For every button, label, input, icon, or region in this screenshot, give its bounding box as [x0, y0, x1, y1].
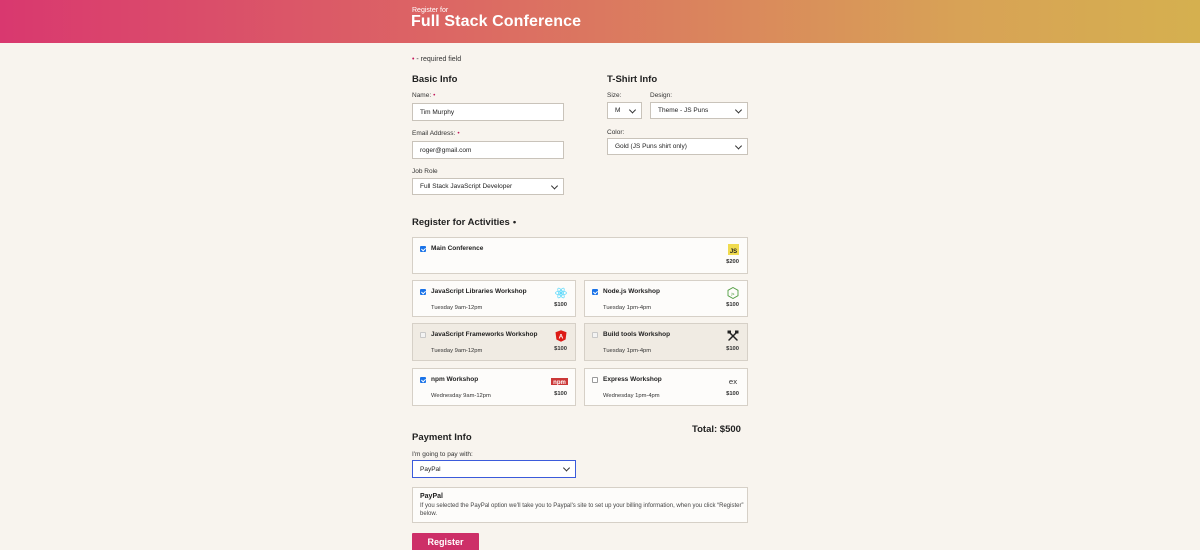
activity-cost: $100: [554, 346, 567, 352]
page-header: Register for Full Stack Conference: [0, 0, 1200, 43]
tshirt-info-heading: T-Shirt Info: [607, 74, 658, 85]
activity-name: Express Workshop: [603, 376, 662, 383]
payment-method-select[interactable]: PayPal: [412, 460, 576, 478]
page-title: Full Stack Conference: [411, 13, 582, 30]
activity-cost: $100: [726, 302, 739, 308]
color-select[interactable]: Gold (JS Puns shirt only): [607, 138, 748, 155]
activity-main-conference[interactable]: Main Conference JS $200: [412, 237, 748, 274]
activity-build-tools: Build tools Workshop Tuesday 1pm-4pm $10…: [584, 323, 748, 361]
required-note: • - required field: [412, 56, 462, 63]
activity-name: Build tools Workshop: [603, 331, 671, 338]
activity-cost: $200: [726, 259, 739, 265]
npm-icon: npm: [550, 375, 568, 387]
email-label: Email Address: •: [412, 130, 460, 137]
activity-cost: $100: [554, 391, 567, 397]
activities-heading: Register for Activities •: [412, 217, 517, 228]
size-label: Size:: [607, 92, 622, 99]
payment-info-heading: Payment Info: [412, 432, 472, 443]
activity-time: Tuesday 9am-12pm: [431, 348, 483, 354]
paypal-title: PayPal: [420, 493, 443, 500]
paypal-description: If you selected the PayPal option we'll …: [420, 503, 744, 517]
js-frameworks-checkbox: [420, 332, 426, 338]
activity-time: Wednesday 1pm-4pm: [603, 393, 660, 399]
chevron-down-icon: [734, 105, 743, 114]
chevron-down-icon: [562, 464, 571, 472]
activity-js-frameworks: JavaScript Frameworks Workshop A Tuesday…: [412, 323, 576, 361]
main-conference-checkbox[interactable]: [420, 246, 426, 252]
activity-name: npm Workshop: [431, 376, 479, 383]
activities-total: Total: $500: [692, 424, 741, 435]
activity-express[interactable]: Express Workshop ex Wednesday 1pm-4pm $1…: [584, 368, 748, 406]
pay-with-label: I'm going to pay with:: [412, 451, 473, 458]
paypal-info-box: PayPal If you selected the PayPal option…: [412, 487, 748, 523]
express-icon: ex: [727, 375, 739, 387]
activity-cost: $100: [726, 391, 739, 397]
svg-text:js: js: [731, 291, 735, 296]
email-input[interactable]: roger@gmail.com: [412, 141, 564, 159]
activity-name: JavaScript Frameworks Workshop: [431, 331, 538, 338]
activity-js-libraries[interactable]: JavaScript Libraries Workshop Tuesday 9a…: [412, 280, 576, 317]
express-checkbox[interactable]: [592, 377, 598, 383]
size-select[interactable]: M: [607, 102, 642, 119]
design-label: Design:: [650, 92, 673, 99]
activity-time: Tuesday 9am-12pm: [431, 305, 483, 311]
chevron-down-icon: [550, 181, 559, 190]
activity-cost: $100: [554, 302, 567, 308]
required-asterisk-icon: •: [412, 56, 415, 63]
activity-time: Tuesday 1pm-4pm: [603, 305, 652, 311]
svg-text:A: A: [559, 334, 564, 341]
nodejs-icon: js: [727, 287, 739, 299]
svg-text:npm: npm: [553, 379, 566, 384]
color-label: Color:: [607, 129, 625, 136]
build-tools-checkbox: [592, 332, 598, 338]
name-label: Name: •: [412, 92, 436, 99]
job-role-label: Job Role: [412, 168, 438, 175]
activity-name: Node.js Workshop: [603, 288, 660, 295]
name-input[interactable]: Tim Murphy: [412, 103, 564, 121]
chevron-down-icon: [734, 141, 743, 150]
register-button[interactable]: Register: [412, 533, 479, 550]
design-select[interactable]: Theme - JS Puns: [650, 102, 748, 119]
js-icon: JS: [727, 243, 739, 255]
js-libraries-checkbox[interactable]: [420, 289, 426, 295]
npm-checkbox[interactable]: [420, 377, 426, 383]
basic-info-heading: Basic Info: [412, 74, 458, 85]
activity-cost: $100: [726, 346, 739, 352]
job-role-select[interactable]: Full Stack JavaScript Developer: [412, 178, 564, 195]
svg-text:ex: ex: [729, 377, 737, 386]
nodejs-checkbox[interactable]: [592, 289, 598, 295]
svg-text:JS: JS: [729, 249, 736, 255]
activity-name: JavaScript Libraries Workshop: [431, 288, 527, 295]
react-icon: [555, 287, 567, 299]
angular-icon: A: [555, 330, 567, 342]
tools-icon: [727, 330, 739, 342]
chevron-down-icon: [628, 105, 637, 114]
activity-time: Wednesday 9am-12pm: [431, 393, 491, 399]
activity-name: Main Conference: [431, 245, 484, 252]
activity-nodejs[interactable]: Node.js Workshop js Tuesday 1pm-4pm $100: [584, 280, 748, 317]
activity-time: Tuesday 1pm-4pm: [603, 348, 652, 354]
activity-npm[interactable]: npm Workshop npm Wednesday 9am-12pm $100: [412, 368, 576, 406]
